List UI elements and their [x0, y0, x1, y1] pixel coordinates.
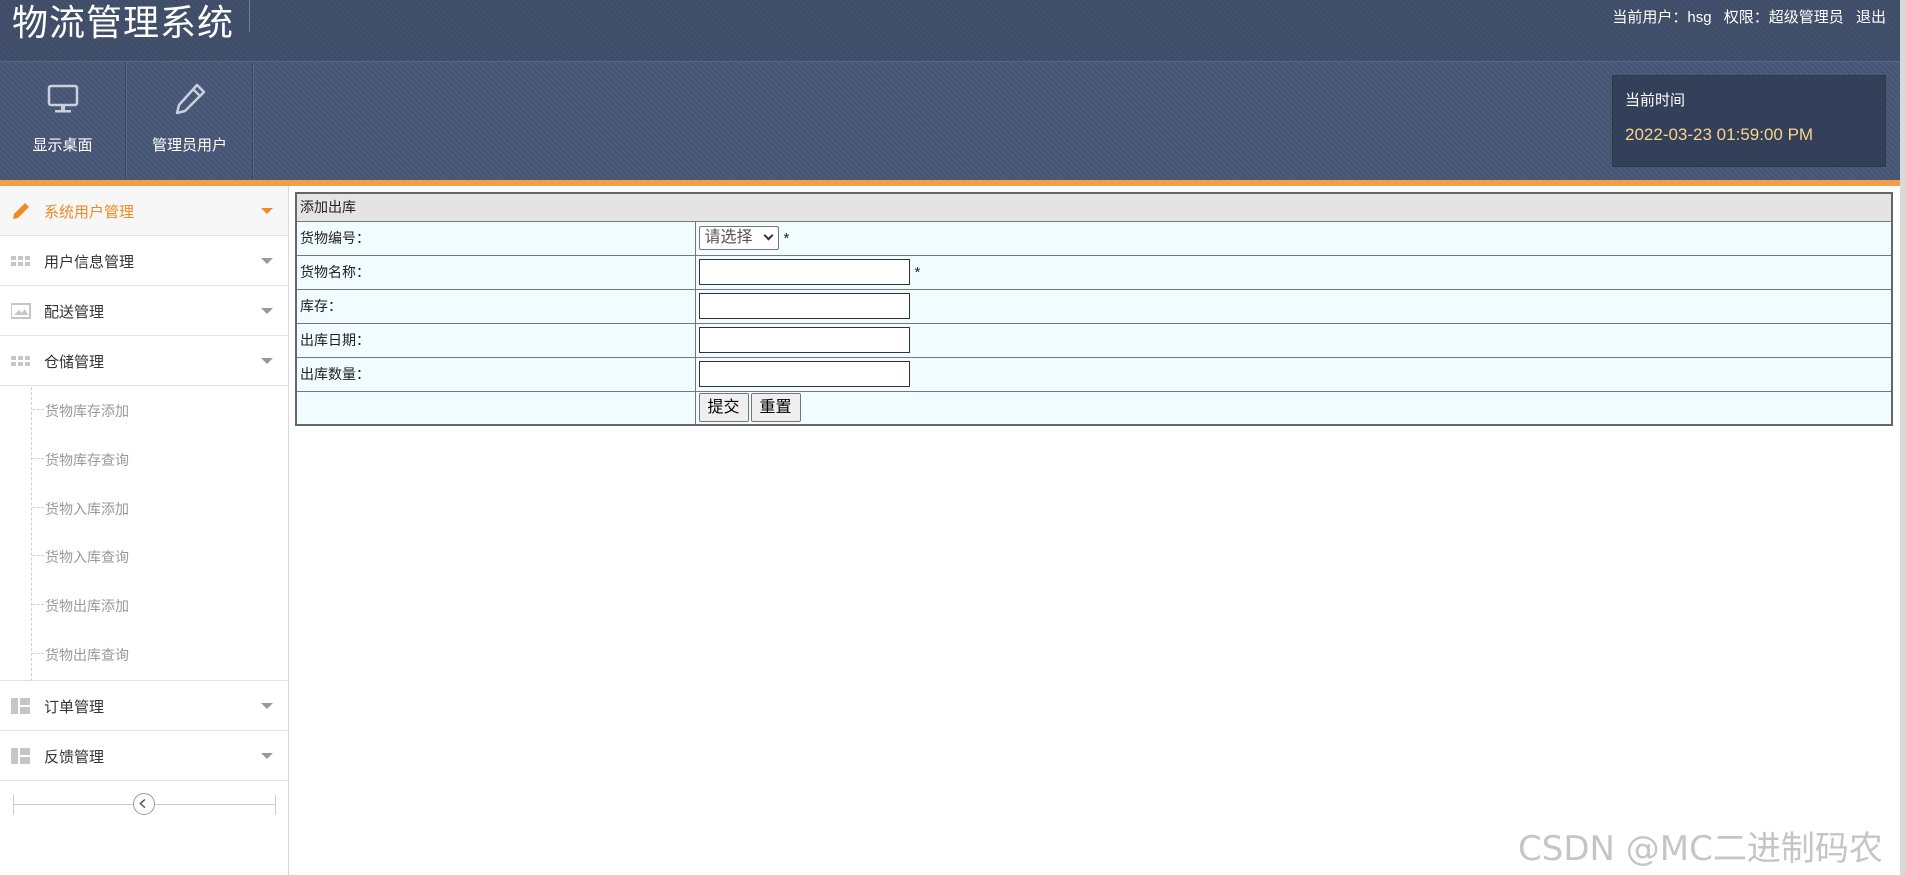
- sidebar: 系统用户管理 用户信息管理 配送管理 仓储管理 货物库存添加 货物库存查询 货物…: [0, 186, 289, 875]
- page-scrollbar[interactable]: [1900, 0, 1906, 875]
- current-time-panel: 当前时间 2022-03-23 01:59:00 PM: [1612, 75, 1886, 167]
- caret-down-icon: [261, 703, 273, 709]
- caret-down-icon: [261, 753, 273, 759]
- out-date-input[interactable]: [698, 327, 910, 353]
- menu-label: 配送管理: [44, 304, 105, 321]
- caret-down-icon: [261, 208, 273, 214]
- goods-name-cell: *: [694, 254, 1893, 290]
- menu-label: 反馈管理: [44, 749, 105, 766]
- submenu-stock-add[interactable]: 货物库存添加: [32, 391, 282, 431]
- main-content: 添加出库 货物编号： 请选择 * 货物名称： * 库存： 出库日期： 出库数量：…: [295, 192, 1893, 426]
- button-row-spacer: [295, 390, 696, 426]
- submenu-outbound-add[interactable]: 货物出库添加: [32, 586, 282, 626]
- menu-label: 订单管理: [44, 699, 105, 716]
- submenu-label: 货物库存查询: [45, 452, 129, 468]
- menu-label: 仓储管理: [44, 354, 105, 371]
- menu-warehouse[interactable]: 仓储管理: [0, 336, 288, 386]
- monitor-icon: [47, 84, 79, 113]
- user-info: 当前用户：hsg 权限：超级管理员 退出: [1612, 6, 1886, 27]
- caret-down-icon: [261, 258, 273, 264]
- submenu-label: 货物入库添加: [45, 501, 129, 517]
- grid-icon: [11, 356, 30, 366]
- pencil-icon: [175, 83, 206, 115]
- goods-name-label: 货物名称：: [295, 254, 696, 290]
- out-qty-cell: [694, 356, 1893, 392]
- sidebar-collapse-button[interactable]: [133, 793, 155, 815]
- layout-icon: [11, 698, 30, 714]
- menu-delivery[interactable]: 配送管理: [0, 286, 288, 336]
- role-prefix: 权限：: [1723, 9, 1769, 26]
- submenu-inbound-query[interactable]: 货物入库查询: [32, 537, 282, 577]
- submenu-label: 货物出库查询: [45, 647, 129, 663]
- stock-input[interactable]: [698, 293, 910, 319]
- stock-cell: [694, 288, 1893, 324]
- title-divider: [249, 0, 250, 32]
- current-time-label: 当前时间: [1625, 92, 1686, 109]
- goods-name-input[interactable]: [698, 259, 910, 285]
- current-user-prefix: 当前用户：: [1612, 9, 1688, 26]
- pencil-icon: [13, 203, 29, 219]
- submenu-label: 货物出库添加: [45, 598, 129, 614]
- logout-link[interactable]: 退出: [1856, 9, 1886, 26]
- submenu-outbound-query[interactable]: 货物出库查询: [32, 635, 282, 675]
- caret-down-icon: [261, 308, 273, 314]
- required-mark: *: [783, 229, 790, 247]
- out-date-label: 出库日期：: [295, 322, 696, 358]
- current-time-value: 2022-03-23 01:59:00 PM: [1625, 125, 1814, 144]
- menu-label: 系统用户管理: [44, 204, 135, 221]
- goods-no-cell: 请选择 *: [694, 220, 1893, 256]
- menu-label: 用户信息管理: [44, 254, 135, 271]
- add-outbound-form: 添加出库 货物编号： 请选择 * 货物名称： * 库存： 出库日期： 出库数量：…: [295, 192, 1893, 426]
- submenu-label: 货物库存添加: [45, 403, 129, 419]
- toolbar: 显示桌面 管理员用户 当前时间 2022-03-23 01:59:00 PM: [0, 61, 1900, 181]
- goods-no-selected-value: 请选择: [704, 229, 753, 246]
- goods-no-label: 货物编号：: [295, 220, 696, 256]
- out-qty-input[interactable]: [698, 361, 910, 387]
- admin-users-button[interactable]: 管理员用户: [127, 62, 253, 181]
- grid-icon: [11, 256, 30, 266]
- chevron-left-icon: [139, 798, 146, 809]
- menu-system-users[interactable]: 系统用户管理: [0, 186, 288, 236]
- layout-icon: [11, 748, 30, 764]
- submenu-stock-query[interactable]: 货物库存查询: [32, 440, 282, 480]
- admin-users-label: 管理员用户: [151, 137, 227, 154]
- required-mark: *: [914, 263, 921, 281]
- caret-down-icon: [261, 358, 273, 364]
- watermark: CSDN @MC二进制码农: [1518, 829, 1883, 869]
- reset-button[interactable]: 重置: [750, 393, 801, 423]
- menu-feedback[interactable]: 反馈管理: [0, 731, 288, 781]
- stock-label: 库存：: [295, 288, 696, 324]
- app-title: 物流管理系统: [12, 3, 235, 44]
- role-value: 超级管理员: [1768, 9, 1844, 26]
- top-header: 物流管理系统 当前用户：hsg 权限：超级管理员 退出: [0, 0, 1906, 61]
- submenu-label: 货物入库查询: [45, 549, 129, 565]
- submit-button[interactable]: 提交: [698, 393, 749, 423]
- submenu-inbound-add[interactable]: 货物入库添加: [32, 489, 282, 529]
- warehouse-submenu: 货物库存添加 货物库存查询 货物入库添加 货物入库查询 货物出库添加 货物出库查…: [0, 387, 288, 681]
- form-caption: 添加出库: [295, 192, 1893, 222]
- goods-no-select[interactable]: 请选择: [698, 226, 779, 250]
- out-qty-label: 出库数量：: [295, 356, 696, 392]
- sidebar-collapse-row: [13, 791, 276, 819]
- picture-icon: [11, 303, 31, 319]
- chevron-down-icon: [763, 230, 773, 241]
- menu-orders[interactable]: 订单管理: [0, 681, 288, 731]
- show-desktop-label: 显示桌面: [32, 137, 93, 154]
- menu-user-info[interactable]: 用户信息管理: [0, 236, 288, 286]
- button-row-cell: 提交 重置: [694, 390, 1893, 426]
- show-desktop-button[interactable]: 显示桌面: [0, 62, 126, 181]
- current-username: hsg: [1687, 9, 1712, 26]
- out-date-cell: [694, 322, 1893, 358]
